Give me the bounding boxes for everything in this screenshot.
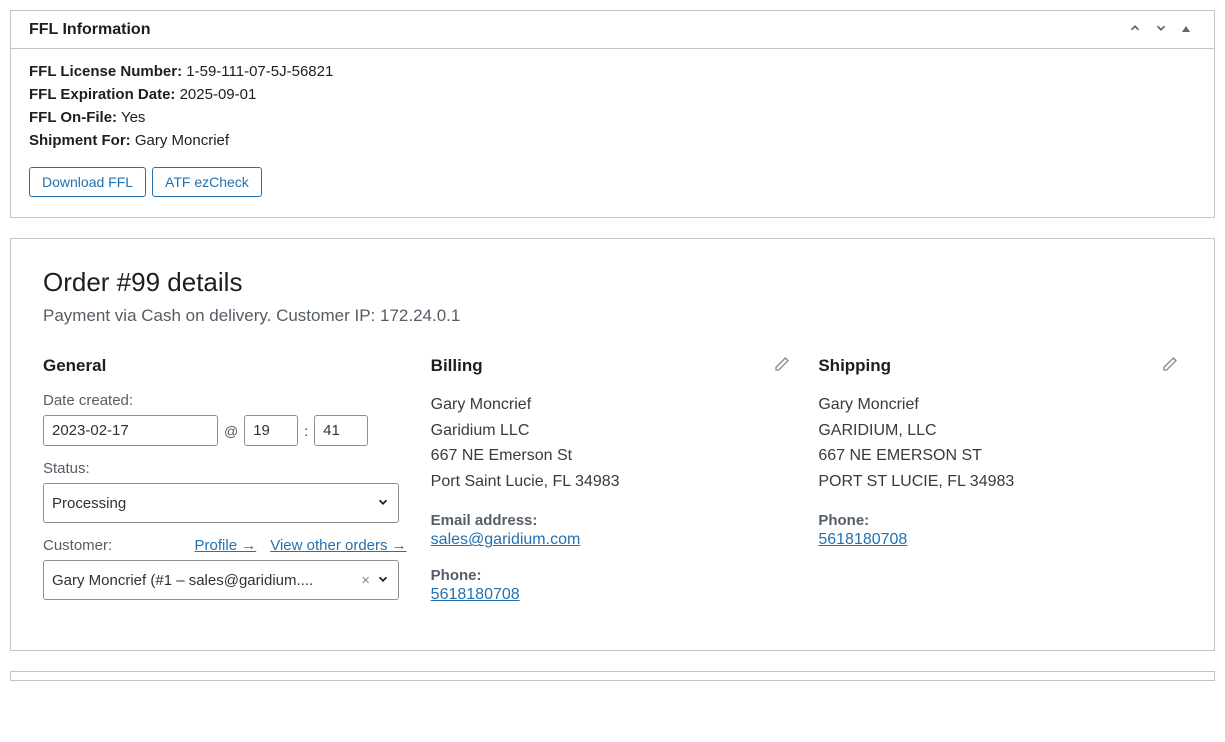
shipping-address: Gary Moncrief GARIDIUM, LLC 667 NE EMERS… (818, 392, 1182, 494)
ffl-license-label: FFL License Number: (29, 63, 182, 80)
ffl-onfile-row: FFL On-File: Yes (29, 109, 1196, 126)
move-down-icon[interactable] (1150, 19, 1172, 40)
billing-name: Gary Moncrief (431, 392, 795, 418)
panel-header-controls (1124, 19, 1196, 40)
edit-shipping-icon[interactable] (1162, 356, 1178, 375)
order-date-input[interactable] (43, 415, 218, 446)
shipping-phone-link[interactable]: 5618180708 (818, 531, 907, 548)
billing-column: Billing Gary Moncrief Garidium LLC 667 N… (431, 356, 795, 622)
shipping-heading: Shipping (818, 356, 1182, 376)
customer-label-row: Customer: Profile → View other orders → (43, 537, 407, 554)
clear-customer-icon[interactable]: × (355, 572, 376, 589)
time-colon: : (304, 423, 308, 439)
view-other-orders-link[interactable]: View other orders → (270, 537, 406, 554)
atf-ezcheck-button[interactable]: ATF ezCheck (152, 167, 262, 197)
date-created-row: @ : (43, 415, 407, 446)
billing-city: Port Saint Lucie, FL 34983 (431, 469, 795, 495)
ffl-expiration-value: 2025-09-01 (180, 86, 257, 103)
billing-address: Gary Moncrief Garidium LLC 667 NE Emerso… (431, 392, 795, 494)
profile-link[interactable]: Profile → (195, 537, 257, 554)
ffl-panel-title: FFL Information (29, 21, 150, 39)
at-symbol: @ (224, 423, 238, 439)
order-minute-input[interactable] (314, 415, 368, 446)
status-label: Status: (43, 460, 407, 477)
shipping-name: Gary Moncrief (818, 392, 1182, 418)
general-heading: General (43, 356, 407, 376)
ffl-button-row: Download FFL ATF ezCheck (29, 167, 1196, 197)
status-select[interactable]: Processing (43, 483, 399, 523)
billing-phone-block: Phone: 5618180708 (431, 567, 795, 604)
ffl-expiration-label: FFL Expiration Date: (29, 86, 175, 103)
ffl-panel-header: FFL Information (11, 11, 1214, 49)
shipping-column: Shipping Gary Moncrief GARIDIUM, LLC 667… (818, 356, 1182, 622)
toggle-panel-icon[interactable] (1176, 20, 1196, 40)
shipping-company: GARIDIUM, LLC (818, 418, 1182, 444)
order-title: Order #99 details (43, 267, 1182, 298)
general-column: General Date created: @ : Status: Proces… (43, 356, 407, 622)
ffl-shipment-row: Shipment For: Gary Moncrief (29, 132, 1196, 149)
billing-email-block: Email address: sales@garidium.com (431, 512, 795, 549)
billing-street: 667 NE Emerson St (431, 443, 795, 469)
ffl-shipment-label: Shipment For: (29, 132, 131, 149)
lower-panel-edge (10, 671, 1215, 681)
download-ffl-button[interactable]: Download FFL (29, 167, 146, 197)
status-select-value: Processing (52, 495, 126, 512)
customer-select[interactable]: Gary Moncrief (#1 – sales@garidium.... × (43, 560, 399, 600)
billing-email-link[interactable]: sales@garidium.com (431, 531, 581, 548)
billing-phone-link[interactable]: 5618180708 (431, 586, 520, 603)
date-created-label: Date created: (43, 392, 407, 409)
billing-email-label: Email address: (431, 512, 795, 529)
ffl-license-row: FFL License Number: 1-59-111-07-5J-56821 (29, 63, 1196, 80)
shipping-street: 667 NE EMERSON ST (818, 443, 1182, 469)
order-details-panel: Order #99 details Payment via Cash on de… (10, 238, 1215, 651)
shipping-city: PORT ST LUCIE, FL 34983 (818, 469, 1182, 495)
billing-company: Garidium LLC (431, 418, 795, 444)
move-up-icon[interactable] (1124, 19, 1146, 40)
ffl-info-panel: FFL Information FFL License Number: 1-59… (10, 10, 1215, 218)
order-hour-input[interactable] (244, 415, 298, 446)
order-columns: General Date created: @ : Status: Proces… (43, 356, 1182, 622)
order-subtitle: Payment via Cash on delivery. Customer I… (43, 306, 1182, 326)
ffl-license-value: 1-59-111-07-5J-56821 (186, 63, 333, 80)
billing-phone-label: Phone: (431, 567, 795, 584)
chevron-down-icon (376, 572, 390, 589)
ffl-shipment-value: Gary Moncrief (135, 132, 229, 149)
edit-billing-icon[interactable] (774, 356, 790, 375)
chevron-down-icon (376, 495, 390, 512)
shipping-phone-label: Phone: (818, 512, 1182, 529)
customer-links: Profile → View other orders → (195, 537, 407, 554)
customer-label: Customer: (43, 537, 112, 554)
billing-heading: Billing (431, 356, 795, 376)
ffl-panel-body: FFL License Number: 1-59-111-07-5J-56821… (11, 49, 1214, 217)
ffl-onfile-value: Yes (121, 109, 145, 126)
shipping-phone-block: Phone: 5618180708 (818, 512, 1182, 549)
ffl-onfile-label: FFL On-File: (29, 109, 117, 126)
ffl-expiration-row: FFL Expiration Date: 2025-09-01 (29, 86, 1196, 103)
customer-select-value: Gary Moncrief (#1 – sales@garidium.... (52, 572, 355, 589)
